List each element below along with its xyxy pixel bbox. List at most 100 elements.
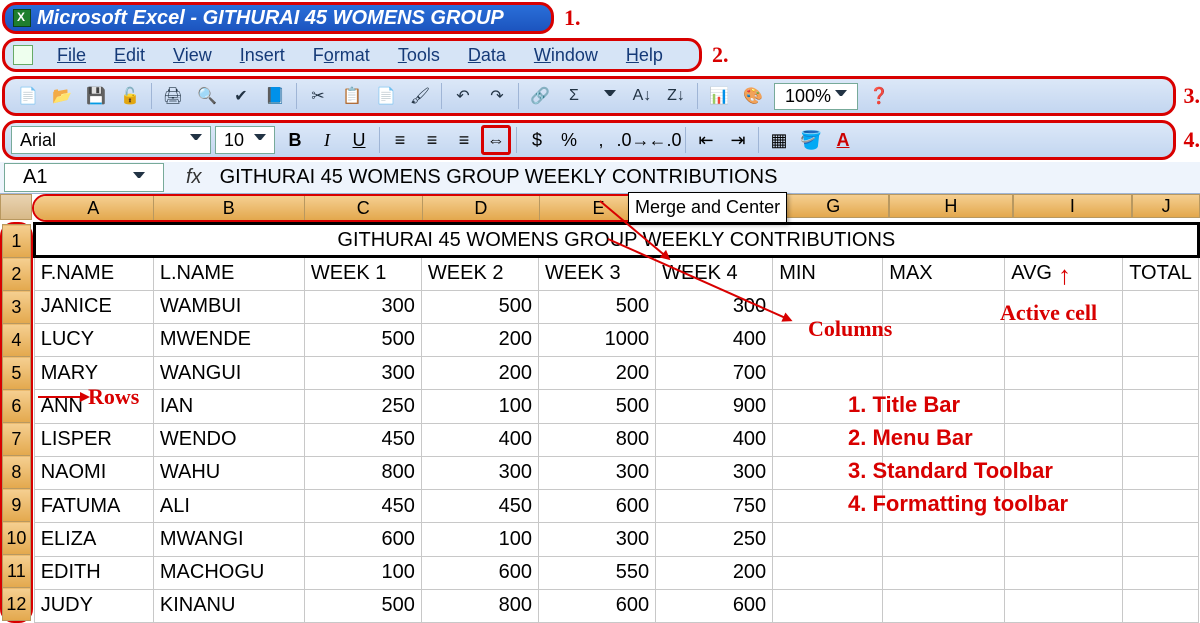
format-painter-icon[interactable]: 🖌: [405, 81, 435, 111]
data-cell[interactable]: [883, 456, 1005, 489]
data-cell[interactable]: [773, 556, 883, 589]
data-cell[interactable]: 100: [421, 523, 538, 556]
data-cell[interactable]: [1123, 390, 1199, 423]
data-cell[interactable]: 500: [304, 323, 421, 356]
data-cell[interactable]: [883, 523, 1005, 556]
menu-insert[interactable]: Insert: [226, 43, 299, 68]
comma-icon[interactable]: ,: [586, 125, 616, 155]
data-cell[interactable]: 300: [421, 456, 538, 489]
row-header-4[interactable]: 4: [3, 324, 31, 357]
header-cell[interactable]: L.NAME: [153, 257, 304, 290]
data-cell[interactable]: [1005, 423, 1123, 456]
data-cell[interactable]: [1005, 523, 1123, 556]
data-cell[interactable]: 300: [656, 290, 773, 323]
merge-center-button[interactable]: ⇔: [481, 125, 511, 155]
data-cell[interactable]: [1123, 490, 1199, 523]
undo-icon[interactable]: ↶: [448, 81, 478, 111]
row-header-3[interactable]: 3: [3, 291, 31, 324]
header-cell[interactable]: WEEK 2: [421, 257, 538, 290]
header-cell[interactable]: WEEK 1: [304, 257, 421, 290]
hyperlink-icon[interactable]: 🔗: [525, 81, 555, 111]
row-header-9[interactable]: 9: [3, 489, 31, 522]
data-cell[interactable]: [883, 390, 1005, 423]
data-cell[interactable]: [883, 323, 1005, 356]
data-cell[interactable]: 1000: [539, 323, 656, 356]
data-cell[interactable]: 600: [539, 589, 656, 622]
data-cell[interactable]: 300: [539, 523, 656, 556]
autosum-icon[interactable]: Σ: [559, 81, 589, 111]
data-cell[interactable]: 500: [304, 589, 421, 622]
align-left-icon[interactable]: ≡: [385, 125, 415, 155]
spreadsheet-grid[interactable]: A B C D E F G H I J 123456789101112 GITH…: [0, 194, 1200, 623]
increase-indent-icon[interactable]: ⇥: [723, 125, 753, 155]
data-cell[interactable]: [1005, 490, 1123, 523]
data-cell[interactable]: 500: [421, 290, 538, 323]
data-cell[interactable]: 200: [539, 357, 656, 390]
data-cell[interactable]: 100: [421, 390, 538, 423]
permission-icon[interactable]: 🔓: [115, 81, 145, 111]
col-header-g[interactable]: G: [777, 194, 889, 218]
menu-format[interactable]: Format: [299, 43, 384, 68]
data-cell[interactable]: [1005, 589, 1123, 622]
data-cell[interactable]: [1123, 357, 1199, 390]
menu-edit[interactable]: Edit: [100, 43, 159, 68]
data-cell[interactable]: 700: [656, 357, 773, 390]
fx-label[interactable]: fx: [186, 166, 202, 189]
data-cell[interactable]: [1005, 456, 1123, 489]
data-cell[interactable]: ALI: [153, 490, 304, 523]
data-cell[interactable]: [883, 357, 1005, 390]
data-cell[interactable]: 600: [656, 589, 773, 622]
header-cell[interactable]: F.NAME: [34, 257, 153, 290]
paste-icon[interactable]: 📄: [371, 81, 401, 111]
data-cell[interactable]: [1123, 456, 1199, 489]
name-box[interactable]: A1: [4, 163, 164, 192]
data-cell[interactable]: LUCY: [34, 323, 153, 356]
decrease-indent-icon[interactable]: ⇤: [691, 125, 721, 155]
data-cell[interactable]: 250: [656, 523, 773, 556]
menu-file[interactable]: File: [43, 43, 100, 68]
redo-icon[interactable]: ↷: [482, 81, 512, 111]
currency-icon[interactable]: $: [522, 125, 552, 155]
data-cell[interactable]: 450: [421, 490, 538, 523]
data-cell[interactable]: JANICE: [34, 290, 153, 323]
underline-button[interactable]: U: [344, 125, 374, 155]
decrease-decimal-icon[interactable]: ←.0: [650, 125, 680, 155]
row-header-11[interactable]: 11: [3, 555, 31, 588]
row-header-6[interactable]: 6: [3, 390, 31, 423]
data-cell[interactable]: 600: [304, 523, 421, 556]
data-cell[interactable]: WANGUI: [153, 357, 304, 390]
align-center-icon[interactable]: ≡: [417, 125, 447, 155]
data-cell[interactable]: [883, 556, 1005, 589]
font-combo[interactable]: Arial: [11, 126, 211, 154]
bold-button[interactable]: B: [280, 125, 310, 155]
menu-tools[interactable]: Tools: [384, 43, 454, 68]
data-cell[interactable]: 800: [304, 456, 421, 489]
print-icon[interactable]: 🖨: [158, 81, 188, 111]
data-cell[interactable]: [1005, 323, 1123, 356]
col-header-c[interactable]: C: [305, 196, 423, 220]
row-header-8[interactable]: 8: [3, 456, 31, 489]
sort-asc-icon[interactable]: A↓: [627, 81, 657, 111]
data-cell[interactable]: 400: [656, 323, 773, 356]
data-cell[interactable]: 450: [304, 423, 421, 456]
row-header-1[interactable]: 1: [3, 225, 31, 258]
print-preview-icon[interactable]: 🔍: [192, 81, 222, 111]
data-cell[interactable]: [1123, 589, 1199, 622]
data-cell[interactable]: 200: [656, 556, 773, 589]
data-cell[interactable]: [1005, 390, 1123, 423]
data-table[interactable]: GITHURAI 45 WOMENS GROUP WEEKLY CONTRIBU…: [33, 222, 1200, 623]
data-cell[interactable]: 450: [304, 490, 421, 523]
data-cell[interactable]: [773, 357, 883, 390]
data-cell[interactable]: ANN: [34, 390, 153, 423]
sort-desc-icon[interactable]: Z↓: [661, 81, 691, 111]
data-cell[interactable]: KINANU: [153, 589, 304, 622]
data-cell[interactable]: [883, 290, 1005, 323]
data-cell[interactable]: [1123, 523, 1199, 556]
data-cell[interactable]: 400: [656, 423, 773, 456]
data-cell[interactable]: [773, 490, 883, 523]
row-header-7[interactable]: 7: [3, 423, 31, 456]
help-icon[interactable]: ❓: [864, 81, 894, 111]
data-cell[interactable]: [1005, 357, 1123, 390]
data-cell[interactable]: WAMBUI: [153, 290, 304, 323]
col-header-j[interactable]: J: [1132, 194, 1200, 218]
